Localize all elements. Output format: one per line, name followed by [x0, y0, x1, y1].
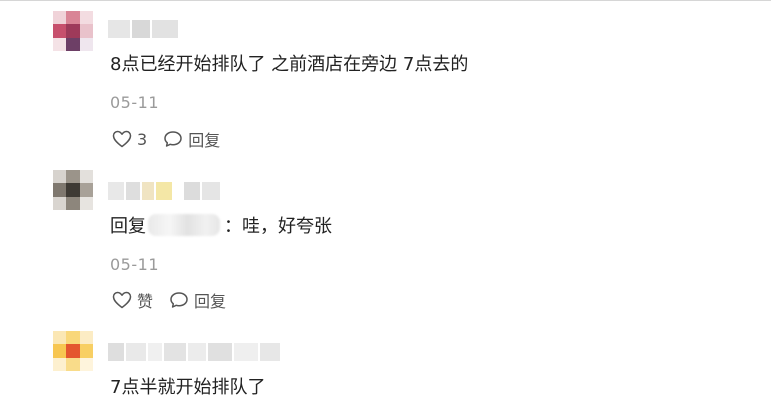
like-button[interactable]: 赞 [112, 288, 153, 312]
mentioned-user-blurred[interactable] [148, 214, 220, 236]
top-divider [0, 0, 771, 1]
reply-prefix: 回复 [110, 216, 146, 237]
avatar[interactable] [53, 331, 93, 371]
comment-actions: 赞 回复 [112, 289, 242, 311]
like-count: 3 [137, 129, 148, 149]
reply-button[interactable]: 回复 [169, 288, 226, 312]
comment-date: 05-11 [110, 255, 159, 274]
heart-icon [112, 130, 132, 148]
comment-bubble-icon [164, 131, 182, 147]
avatar[interactable] [53, 170, 93, 210]
username-blurred[interactable] [108, 182, 220, 200]
comment-text: 8点已经开始排队了 之前酒店在旁边 7点去的 [110, 54, 469, 75]
reply-button[interactable]: 回复 [163, 127, 220, 151]
comment-text: 7点半就开始排队了 [110, 377, 266, 398]
like-button[interactable]: 3 [112, 130, 147, 149]
reply-label: 回复 [194, 292, 227, 311]
reply-label: 回复 [188, 131, 221, 150]
comment-actions: 3 回复 [112, 128, 236, 150]
comment-date: 05-11 [110, 93, 159, 112]
username-blurred[interactable] [108, 20, 178, 38]
like-label: 赞 [137, 292, 154, 311]
comment-text: 回复 ：哇，好夸张 [110, 214, 332, 239]
username-blurred[interactable] [108, 343, 280, 361]
heart-icon [112, 291, 132, 309]
comment-bubble-icon [170, 292, 188, 308]
reply-body: ：哇，好夸张 [224, 216, 332, 237]
avatar[interactable] [53, 11, 93, 51]
